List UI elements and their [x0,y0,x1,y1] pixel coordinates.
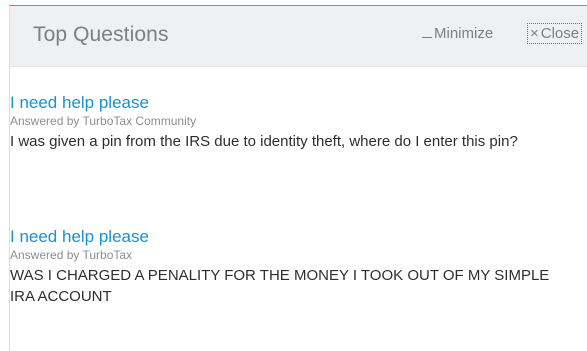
question-item: I need help please Answered by TurboTax … [10,227,570,307]
minus-icon [422,36,432,38]
close-button[interactable]: × Close [527,23,583,44]
question-title-link[interactable]: I need help please [10,227,570,247]
question-body: I was given a pin from the IRS due to id… [10,133,518,150]
x-icon: × [530,25,539,42]
panel-header: Top Questions Minimize × Close [10,6,587,67]
question-answered-by: Answered by TurboTax [10,248,133,262]
panel-title: Top Questions [33,23,169,46]
question-answered-by: Answered by TurboTax Community [10,114,197,128]
minimize-button[interactable]: Minimize [422,25,493,42]
top-questions-panel: Top Questions Minimize × Close I need hel… [9,5,587,351]
question-title-link[interactable]: I need help please [10,93,570,113]
close-label: Close [540,25,580,42]
minimize-label: Minimize [434,25,494,42]
question-item: I need help please Answered by TurboTax … [10,93,570,152]
question-body: WAS I CHARGED A PENALITY FOR THE MONEY I… [10,267,550,305]
